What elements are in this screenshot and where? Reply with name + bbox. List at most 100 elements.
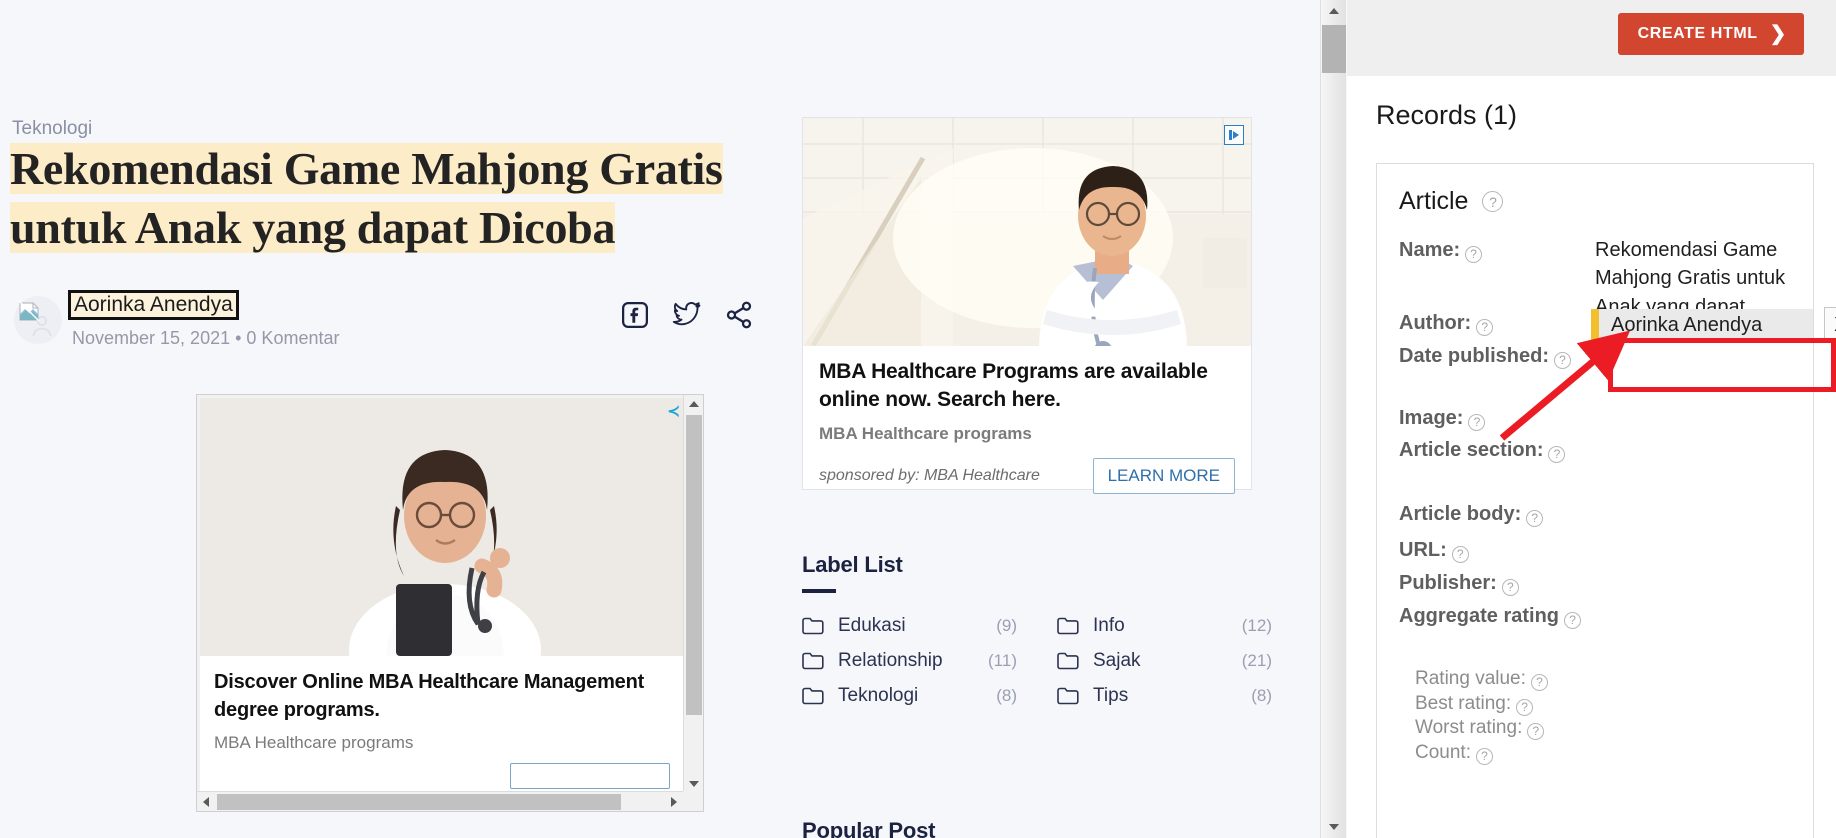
field-article-section: Article section:? bbox=[1399, 436, 1795, 464]
field-label: Article body: bbox=[1399, 503, 1522, 525]
field-value: Aorinka Anendya bbox=[1611, 313, 1763, 336]
help-icon[interactable]: ? bbox=[1516, 698, 1534, 716]
author-link[interactable]: Aorinka Anendya bbox=[68, 290, 239, 320]
remove-author-button[interactable]: X bbox=[1824, 307, 1836, 343]
help-icon[interactable]: ? bbox=[1468, 413, 1486, 431]
scroll-left-arrow-icon[interactable] bbox=[197, 792, 215, 811]
adchoices-icon[interactable] bbox=[1224, 125, 1244, 145]
label-item-info[interactable]: Info (12) bbox=[1057, 615, 1272, 637]
inline-ad-creative[interactable]: ≺ Discover Online MBA Healthcare Managem… bbox=[200, 398, 684, 793]
field-label: Image: bbox=[1399, 407, 1464, 429]
label-item-teknologi[interactable]: Teknologi (8) bbox=[802, 685, 1017, 707]
field-author: Author:? Aorinka Anendya X bbox=[1399, 307, 1836, 343]
page-scroll-down-arrow-icon[interactable] bbox=[1321, 816, 1347, 838]
field-worst-rating: Worst rating:? bbox=[1415, 715, 1811, 742]
field-name: Name:? Rekomendasi Game Mahjong Gratis u… bbox=[1399, 236, 1795, 346]
author-value-chip[interactable]: Aorinka Anendya bbox=[1591, 309, 1813, 341]
records-heading: Records (1) bbox=[1376, 100, 1518, 130]
share-icon[interactable] bbox=[724, 300, 754, 330]
article-title-line-2: untuk Anak yang dapat Dicoba bbox=[10, 201, 616, 253]
label-name: Relationship bbox=[838, 650, 943, 671]
label-count: (8) bbox=[996, 686, 1017, 705]
field-label: Article section: bbox=[1399, 439, 1544, 461]
help-icon[interactable]: ? bbox=[1527, 722, 1545, 740]
scroll-up-arrow-icon[interactable] bbox=[684, 395, 703, 413]
inline-ad-vertical-scrollbar[interactable] bbox=[683, 395, 703, 793]
page-vertical-scrollbar[interactable] bbox=[1320, 0, 1346, 838]
field-rating-value: Rating value:? bbox=[1415, 666, 1811, 693]
page-title: Rekomendasi Game Mahjong Gratis untuk An… bbox=[10, 140, 740, 258]
record-card: Article ? Name:? Rekomendasi Game Mahjon… bbox=[1376, 163, 1836, 838]
field-aggregate-rating: Aggregate rating? bbox=[1399, 602, 1795, 630]
facebook-icon[interactable] bbox=[620, 300, 650, 330]
label-count: (9) bbox=[996, 616, 1017, 635]
create-html-button[interactable]: CREATE HTML ❯ bbox=[1617, 13, 1804, 55]
help-icon[interactable]: ? bbox=[1465, 245, 1483, 263]
folder-icon bbox=[1057, 617, 1079, 635]
label-count: (11) bbox=[988, 651, 1017, 670]
label-item-sajak[interactable]: Sajak (21) bbox=[1057, 650, 1272, 672]
sidebar-ad-image bbox=[803, 118, 1251, 346]
byline-meta: November 15, 2021 • 0 Komentar bbox=[72, 328, 339, 349]
doctor-man-photo bbox=[803, 118, 1251, 346]
label-item-relationship[interactable]: Relationship (11) bbox=[802, 650, 1017, 672]
article-category[interactable]: Teknologi bbox=[12, 118, 92, 140]
help-icon[interactable]: ? bbox=[1554, 351, 1572, 369]
sidebar-ad[interactable]: MBA Healthcare Programs are available on… bbox=[802, 117, 1252, 495]
inline-ad-frame[interactable]: ≺ Discover Online MBA Healthcare Managem… bbox=[196, 394, 704, 812]
inline-ad-viewport: ≺ Discover Online MBA Healthcare Managem… bbox=[197, 395, 685, 793]
help-icon[interactable]: ? bbox=[1530, 673, 1548, 691]
help-icon[interactable]: ? bbox=[1564, 611, 1582, 629]
help-icon[interactable]: ? bbox=[1548, 445, 1566, 463]
label-list-grid: Edukasi (9) Info (12) Relationship (11) … bbox=[802, 615, 1272, 707]
page-scroll-up-arrow-icon[interactable] bbox=[1321, 0, 1347, 22]
article-page: Teknologi Rekomendasi Game Mahjong Grati… bbox=[0, 0, 1320, 838]
inline-ad-image: ≺ bbox=[200, 398, 684, 656]
adchoices-icon[interactable]: ≺ bbox=[667, 402, 680, 420]
help-icon[interactable]: ? bbox=[1526, 509, 1544, 527]
sidebar-ad-cta-button[interactable]: LEARN MORE bbox=[1092, 458, 1235, 495]
help-icon[interactable]: ? bbox=[1476, 318, 1494, 336]
field-label: Name: bbox=[1399, 239, 1461, 261]
page-scroll-thumb[interactable] bbox=[1322, 25, 1346, 73]
help-icon[interactable]: ? bbox=[1501, 578, 1519, 596]
create-html-label: CREATE HTML bbox=[1637, 25, 1758, 42]
inline-ad-horizontal-scrollbar[interactable] bbox=[197, 791, 703, 811]
field-best-rating: Best rating:? bbox=[1415, 691, 1811, 718]
field-label: Author: bbox=[1399, 312, 1472, 334]
label-count: (8) bbox=[1251, 686, 1272, 705]
help-icon[interactable]: ? bbox=[1451, 545, 1469, 563]
field-label: Aggregate rating bbox=[1399, 605, 1560, 627]
inline-ad-subline: MBA Healthcare programs bbox=[214, 732, 414, 752]
label-item-tips[interactable]: Tips (8) bbox=[1057, 685, 1272, 707]
publish-date: November 15, 2021 bbox=[72, 328, 231, 348]
label-name: Sajak bbox=[1093, 650, 1141, 671]
label-count: (21) bbox=[1241, 651, 1272, 670]
scroll-right-arrow-icon[interactable] bbox=[665, 792, 683, 811]
inline-ad-headline[interactable]: Discover Online MBA Healthcare Managemen… bbox=[214, 668, 670, 725]
label-name: Edukasi bbox=[838, 615, 906, 636]
help-icon[interactable]: ? bbox=[1482, 191, 1504, 212]
label-name: Teknologi bbox=[838, 685, 919, 706]
label-list-underline bbox=[802, 589, 836, 593]
sidebar-ad-footer: sponsored by: MBA Healthcare LEARN MORE bbox=[819, 458, 1235, 495]
vertical-scroll-thumb[interactable] bbox=[686, 415, 702, 715]
label-list-title: Label List bbox=[802, 552, 903, 577]
field-label: Worst rating: bbox=[1415, 717, 1523, 738]
adchoices-glyph bbox=[1229, 130, 1239, 140]
sidebar-ad-headline[interactable]: MBA Healthcare Programs are available on… bbox=[819, 358, 1235, 414]
horizontal-scroll-thumb[interactable] bbox=[217, 794, 621, 810]
sidebar-ad-subline: MBA Healthcare programs bbox=[819, 424, 1032, 444]
help-icon[interactable]: ? bbox=[1475, 747, 1493, 765]
twitter-icon[interactable] bbox=[672, 301, 702, 329]
folder-icon bbox=[802, 687, 824, 705]
chip-accent-bar bbox=[1591, 309, 1599, 341]
author-name: Aorinka Anendya bbox=[74, 293, 233, 316]
inline-ad-cta-button[interactable] bbox=[510, 762, 670, 789]
folder-icon bbox=[802, 617, 824, 635]
article-title-line-1: Rekomendasi Game Mahjong Gratis bbox=[10, 143, 723, 194]
field-count: Count:? bbox=[1415, 740, 1811, 767]
label-item-edukasi[interactable]: Edukasi (9) bbox=[802, 615, 1017, 637]
field-label: Best rating: bbox=[1415, 693, 1512, 714]
comment-count: 0 Komentar bbox=[246, 328, 340, 348]
